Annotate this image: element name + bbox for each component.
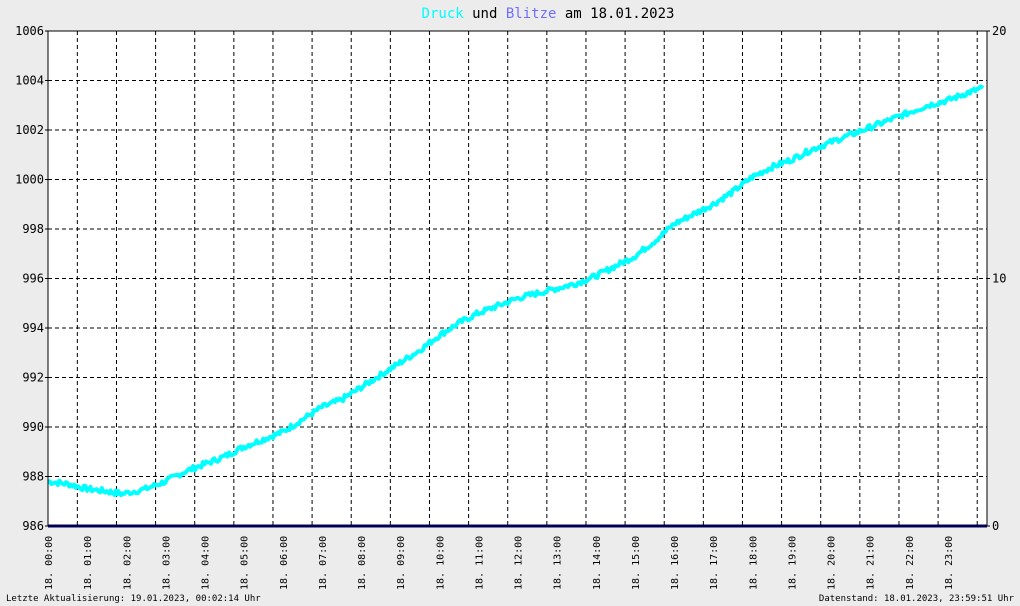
- y-left-tick-label: 994: [22, 321, 44, 335]
- x-tick-label: 18. 14:00: [592, 536, 603, 590]
- footer-data-status: Datenstand: 18.01.2023, 23:59:51 Uhr: [819, 594, 1015, 604]
- x-tick-label: 18. 19:00: [787, 536, 798, 590]
- x-tick-label: 18. 03:00: [161, 536, 172, 590]
- y-left-tick-label: 990: [22, 420, 44, 434]
- y-left-tick-label: 996: [22, 272, 44, 286]
- y-left-tick-label: 998: [22, 222, 44, 236]
- x-tick-label: 18. 06:00: [279, 536, 290, 590]
- x-tick-label: 18. 10:00: [435, 536, 446, 590]
- x-tick-label: 18. 15:00: [631, 536, 642, 590]
- title-date: am 18.01.2023: [556, 6, 674, 22]
- x-tick-label: 18. 23:00: [944, 536, 955, 590]
- x-tick-label: 18. 04:00: [201, 536, 212, 590]
- x-tick-label: 18. 09:00: [396, 536, 407, 590]
- y-left-tick-label: 1006: [15, 24, 44, 38]
- title-blitze: Blitze: [506, 6, 557, 22]
- x-tick-label: 18. 00:00: [44, 536, 55, 590]
- x-tick-label: 18. 13:00: [553, 536, 564, 590]
- y-left-tick-label: 1002: [15, 123, 44, 137]
- title-druck: Druck: [422, 6, 465, 22]
- x-tick-label: 18. 05:00: [240, 536, 251, 590]
- y-left-tick-label: 1000: [15, 173, 44, 187]
- y-right-tick-label: 10: [992, 272, 1006, 286]
- y-left-tick-label: 1004: [15, 74, 44, 88]
- y-right-tick-label: 20: [992, 24, 1006, 38]
- y-left-tick-label: 992: [22, 371, 44, 385]
- pressure-lightning-chart: 986 988 990 992 994 996 998 1000 1002 1004 1006 0 10…: [0, 0, 1020, 606]
- x-tick-label: 18. 02:00: [122, 536, 133, 590]
- x-tick-label: 18. 08:00: [357, 536, 368, 590]
- x-tick-label: 18. 01:00: [83, 536, 94, 590]
- footer-last-update: Letzte Aktualisierung: 19.01.2023, 00:02…: [6, 594, 261, 604]
- y-left-tick-label: 986: [22, 519, 44, 533]
- x-tick-label: 18. 18:00: [748, 536, 759, 590]
- x-tick-label: 18. 21:00: [866, 536, 877, 590]
- x-tick-label: 18. 07:00: [318, 536, 329, 590]
- title-und: und: [464, 6, 506, 22]
- chart-title: Druck und Blitze am 18.01.2023: [422, 6, 675, 22]
- y-left-tick-label: 988: [22, 470, 44, 484]
- x-tick-label: 18. 20:00: [827, 536, 838, 590]
- y-right-tick-label: 0: [992, 519, 999, 533]
- x-tick-label: 18. 16:00: [670, 536, 681, 590]
- x-tick-label: 18. 17:00: [709, 536, 720, 590]
- x-tick-label: 18. 11:00: [474, 536, 485, 590]
- x-tick-label: 18. 12:00: [514, 536, 525, 590]
- x-tick-label: 18. 22:00: [905, 536, 916, 590]
